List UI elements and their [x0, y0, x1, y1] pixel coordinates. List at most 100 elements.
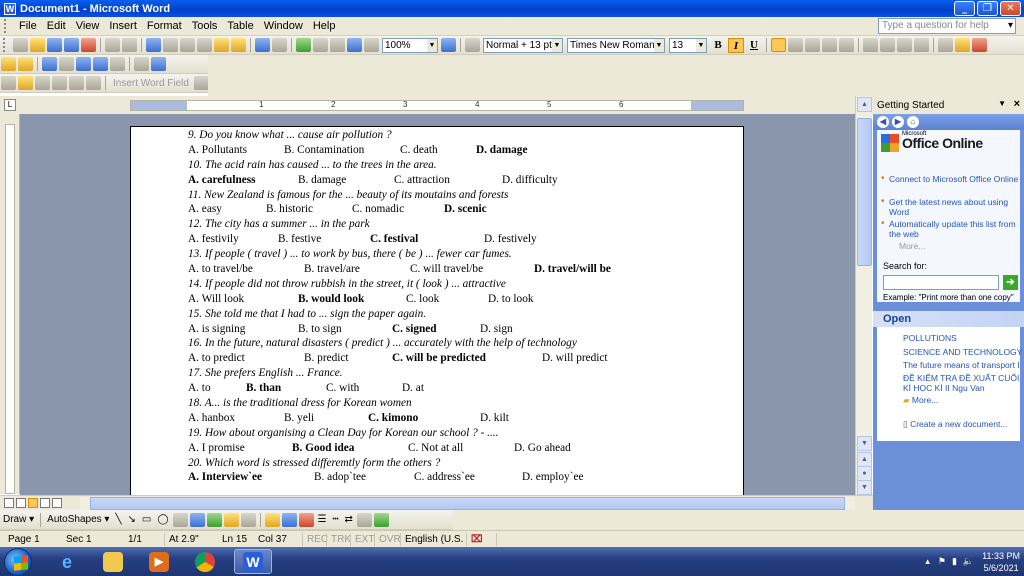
toolbar-icon[interactable]	[59, 57, 74, 71]
save-icon[interactable]	[47, 38, 62, 52]
line-spacing-icon[interactable]	[839, 38, 854, 52]
font-color-icon[interactable]	[298, 512, 314, 527]
vertical-scrollbar[interactable]: ▲ ▼ ▲ ● ▼	[855, 96, 872, 495]
3d-icon[interactable]	[373, 512, 389, 527]
increase-indent-icon[interactable]	[914, 38, 929, 52]
search-go-button[interactable]: ➔	[1003, 275, 1018, 290]
scroll-up-button[interactable]: ▲	[857, 97, 872, 112]
document-page[interactable]: 9. Do you know what ... cause air pollut…	[130, 126, 744, 495]
taskbar-media-player[interactable]: ▶	[140, 549, 178, 574]
fill-color-icon[interactable]	[264, 512, 280, 527]
numbering-icon[interactable]	[863, 38, 878, 52]
borders-icon[interactable]	[938, 38, 953, 52]
vertical-ruler[interactable]	[0, 114, 20, 494]
normal-view-button[interactable]	[4, 498, 14, 508]
research-icon[interactable]	[163, 38, 178, 52]
tab-selector[interactable]: L	[4, 99, 16, 111]
status-ovr[interactable]: OVR	[374, 533, 401, 546]
toolbar-icon[interactable]	[18, 76, 33, 90]
print-preview-icon[interactable]	[122, 38, 137, 52]
cut-icon[interactable]	[180, 38, 195, 52]
outline-view-button[interactable]	[52, 498, 62, 508]
taskbar-chrome[interactable]	[186, 549, 224, 574]
status-trk[interactable]: TRK	[326, 533, 351, 546]
chevron-down-icon[interactable]: ▼	[552, 38, 562, 52]
tables-borders-icon[interactable]	[313, 38, 328, 52]
toolbar-icon[interactable]	[35, 76, 50, 90]
recent-file-link[interactable]: The future means of transport I	[903, 360, 1024, 370]
chevron-down-icon[interactable]: ▼	[998, 99, 1006, 108]
status-ext[interactable]: EXT	[350, 533, 374, 546]
clipart-icon[interactable]	[223, 512, 239, 527]
menu-edit[interactable]: Edit	[42, 20, 71, 32]
taskbar-explorer[interactable]	[94, 549, 132, 574]
menubar-grip[interactable]	[4, 19, 10, 33]
reading-layout-button[interactable]	[40, 498, 50, 508]
copy-icon[interactable]	[197, 38, 212, 52]
menu-insert[interactable]: Insert	[104, 20, 142, 32]
horizontal-scrollbar[interactable]	[80, 497, 855, 510]
open-more-link[interactable]: ▰ More...	[903, 395, 1024, 405]
email-icon[interactable]	[81, 38, 96, 52]
volume-icon[interactable]: 🔈	[963, 556, 974, 567]
align-left-icon[interactable]	[771, 38, 786, 52]
underline-button[interactable]: U	[746, 38, 762, 53]
close-icon[interactable]: ×	[1014, 98, 1020, 110]
chevron-down-icon[interactable]: ▼	[654, 38, 664, 52]
autoshapes-menu[interactable]: AutoShapes ▾	[47, 514, 109, 525]
toolbar-icon[interactable]	[134, 57, 149, 71]
horizontal-ruler[interactable]: 1 2 3 4 5 6	[130, 100, 744, 111]
home-icon[interactable]: ⌂	[907, 116, 919, 128]
hyperlink-icon[interactable]	[296, 38, 311, 52]
chevron-down-icon[interactable]: ▼	[427, 38, 437, 52]
toolbar-icon[interactable]	[193, 76, 209, 90]
menu-file[interactable]: File	[14, 20, 42, 32]
recent-file-link[interactable]: ĐỀ KIỂM TRA ĐỀ XUẤT CUỐI KÌ HỌC KÌ II Ng…	[903, 373, 1024, 393]
show-hidden-icons[interactable]: ▴	[925, 556, 930, 567]
help-search-input[interactable]: Type a question for help ▾	[878, 18, 1016, 34]
bold-button[interactable]: B	[710, 38, 726, 53]
network-icon[interactable]: ▮	[952, 556, 957, 567]
latest-news-link[interactable]: Get the latest news about using Word	[881, 197, 1019, 217]
italic-button[interactable]: I	[728, 37, 744, 53]
line-icon[interactable]: ╲	[115, 514, 121, 525]
toolbar-icon[interactable]	[18, 57, 33, 71]
clock[interactable]: 11:33 PM 5/6/2021	[982, 550, 1020, 574]
start-button[interactable]	[4, 548, 32, 576]
status-rec[interactable]: REC	[302, 533, 328, 546]
oval-icon[interactable]: ◯	[157, 514, 168, 525]
maximize-button[interactable]: ❐	[977, 1, 998, 16]
back-icon[interactable]: ◀	[877, 116, 889, 128]
create-new-document-link[interactable]: ▯ Create a new document...	[903, 419, 1024, 429]
status-language[interactable]: English (U.S.	[400, 533, 463, 546]
dash-style-icon[interactable]: ┅	[333, 514, 339, 525]
line-color-icon[interactable]	[281, 512, 297, 527]
font-color-icon[interactable]	[972, 38, 987, 52]
menu-format[interactable]: Format	[142, 20, 187, 32]
menu-view[interactable]: View	[71, 20, 105, 32]
web-layout-button[interactable]	[16, 498, 26, 508]
wordart-icon[interactable]	[189, 512, 205, 527]
previous-page-button[interactable]: ▲	[857, 452, 872, 467]
spelling-icon[interactable]	[146, 38, 161, 52]
arrow-style-icon[interactable]: ⇄	[345, 514, 353, 525]
connect-office-online-link[interactable]: Connect to Microsoft Office Online	[881, 174, 1019, 184]
new-document-icon[interactable]	[13, 38, 28, 52]
paste-icon[interactable]	[214, 38, 229, 52]
toolbar-icon[interactable]	[151, 57, 166, 71]
taskbar-word[interactable]: W	[234, 549, 272, 574]
columns-icon[interactable]	[347, 38, 362, 52]
menu-window[interactable]: Window	[259, 20, 308, 32]
chevron-down-icon[interactable]: ▾	[1008, 19, 1013, 33]
rectangle-icon[interactable]: ▭	[142, 514, 151, 525]
scroll-down-button[interactable]: ▼	[857, 436, 872, 451]
picture-icon[interactable]	[240, 512, 256, 527]
chevron-down-icon[interactable]: ▼	[696, 38, 706, 52]
draw-menu[interactable]: Draw ▾	[3, 514, 34, 525]
toolbar-icon[interactable]	[1, 57, 16, 71]
toolbar-icon[interactable]	[86, 76, 101, 90]
align-center-icon[interactable]	[788, 38, 803, 52]
line-style-icon[interactable]: ☰	[318, 514, 327, 525]
undo-icon[interactable]	[255, 38, 270, 52]
insert-word-field-button[interactable]: Insert Word Field	[113, 78, 189, 89]
